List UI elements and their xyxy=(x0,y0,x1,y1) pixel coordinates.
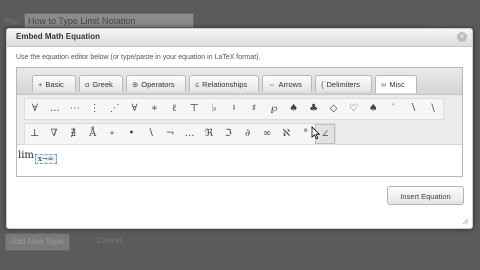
less-equal-icon: ≤ xyxy=(195,80,200,89)
misc-row1-symbol-button[interactable]: ∖ xyxy=(403,99,423,119)
brace-icon: { xyxy=(321,80,324,89)
symbol-tabbar: + Basic α Greek ⊕ Operators ≤ Relationships … xyxy=(17,68,462,95)
misc-row1-symbol-button[interactable]: ⊤ xyxy=(184,99,204,119)
misc-row2-symbol-button[interactable]: ℑ xyxy=(219,124,238,144)
dialog-header: Embed Math Equation × xyxy=(7,29,472,47)
misc-row2-symbol-button[interactable]: ℵ xyxy=(277,124,296,144)
misc-row2-symbol-button[interactable]: ∄ xyxy=(64,124,83,144)
misc-row2-symbol-button[interactable]: ∖ xyxy=(141,124,160,144)
circled-plus-icon: ⊕ xyxy=(132,80,139,89)
equation-operator: lim xyxy=(18,150,34,161)
equation-subscript-slot[interactable]: x→∞ xyxy=(34,154,57,164)
misc-row1-symbol-button[interactable]: ⋯ xyxy=(65,99,85,119)
symbol-row-2: ⊥ ∇ ∄ Å ∘ • ∖ ¬… ℜ ℑ ∂ ∞ ℵ ° ∠ xyxy=(24,123,336,145)
tab-operators[interactable]: ⊕ Operators xyxy=(126,75,186,92)
misc-row2-symbol-button[interactable]: ℜ xyxy=(199,124,218,144)
insert-equation-button[interactable]: Insert Equation xyxy=(387,186,464,205)
tab-greek[interactable]: α Greek xyxy=(79,75,123,92)
misc-row1-symbol-button[interactable]: ∀ xyxy=(25,99,45,119)
misc-row1-symbol-button[interactable]: ♡ xyxy=(344,99,364,119)
embed-equation-dialog: Embed Math Equation × Use the equation e… xyxy=(6,28,473,229)
misc-row1-symbol-button[interactable]: ⋰ xyxy=(105,99,125,119)
misc-row1-symbol-button[interactable]: \ xyxy=(423,99,443,119)
resize-grip-icon[interactable] xyxy=(462,218,469,225)
tab-misc[interactable]: ∞ Misc xyxy=(375,75,417,93)
misc-row1-symbol-button[interactable]: ♯ xyxy=(244,99,264,119)
misc-row2-symbol-button[interactable]: ¬ xyxy=(161,124,180,144)
misc-row1-symbol-button[interactable]: … xyxy=(45,99,65,119)
misc-row1-symbol-button[interactable]: ♣ xyxy=(304,99,324,119)
bg-title-input: How to Type Limit Notation xyxy=(24,13,194,28)
tab-relationships[interactable]: ≤ Relationships xyxy=(189,75,259,92)
misc-row2-symbol-button[interactable]: ∘ xyxy=(102,124,121,144)
bg-title-label: Title xyxy=(4,18,19,27)
dialog-instructions: Use the equation editor below (or type/p… xyxy=(16,54,261,61)
misc-row2-symbol-button[interactable]: … xyxy=(180,124,199,144)
infinity-icon: ∞ xyxy=(381,80,387,89)
misc-row1-symbol-button[interactable]: ⋮ xyxy=(85,99,105,119)
mouse-cursor-icon xyxy=(311,126,321,140)
plus-icon: + xyxy=(38,80,43,89)
bg-cancel-link: Cancel xyxy=(97,236,122,245)
tab-delimiters[interactable]: {Delimiters xyxy=(315,75,372,92)
symbol-row-1: ∀… ⋯ ⋮ ⋰ ∀ ∗ ℓ ⊤ ♭ ♮ ♯ ℘ ♠ ♣ ◇ ♡ ♠ ′ ∖ \ xyxy=(24,98,444,120)
screen: Title How to Type Limit Notation Related… xyxy=(0,0,480,270)
misc-row1-symbol-button[interactable]: ♭ xyxy=(204,99,224,119)
dialog-title: Embed Math Equation xyxy=(16,32,100,41)
equation-editor: + Basic α Greek ⊕ Operators ≤ Relationships … xyxy=(16,67,463,177)
misc-row1-symbol-button[interactable]: ♠ xyxy=(284,99,304,119)
symbol-palette: ∀… ⋯ ⋮ ⋰ ∀ ∗ ℓ ⊤ ♭ ♮ ♯ ℘ ♠ ♣ ◇ ♡ ♠ ′ ∖ \ ⊥ ∇ ∄ Å ∘ • ∖ ¬… ℜ ℑ ∂ ∞ ℵ ° ∠ xyxy=(17,95,462,145)
misc-row2-symbol-button[interactable]: ∞ xyxy=(257,124,276,144)
misc-row1-symbol-button[interactable]: ♮ xyxy=(224,99,244,119)
equation-preview: lim x→∞ xyxy=(18,150,57,164)
misc-row1-symbol-button[interactable]: ℓ xyxy=(164,99,184,119)
misc-row2-symbol-button[interactable]: • xyxy=(122,124,141,144)
alpha-icon: α xyxy=(85,80,90,89)
misc-row2-symbol-button[interactable]: Å xyxy=(83,124,102,144)
tab-basic[interactable]: + Basic xyxy=(32,75,76,92)
misc-row1-symbol-button[interactable]: ∗ xyxy=(144,99,164,119)
close-icon[interactable]: × xyxy=(457,32,467,42)
misc-row1-symbol-button[interactable]: ∀ xyxy=(125,99,145,119)
misc-row2-symbol-button[interactable]: ∇ xyxy=(44,124,63,144)
bg-add-topic-button: Add New Topic xyxy=(5,233,71,251)
misc-row1-symbol-button[interactable]: ℘ xyxy=(264,99,284,119)
misc-row1-symbol-button[interactable]: ♠ xyxy=(363,99,383,119)
tab-arrows[interactable]: ⇔ Arrows xyxy=(262,75,312,92)
misc-row1-symbol-button[interactable]: ′ xyxy=(383,99,403,119)
misc-row1-symbol-button[interactable]: ◇ xyxy=(324,99,344,119)
misc-row2-symbol-button[interactable]: ⊥ xyxy=(25,124,44,144)
double-arrow-icon: ⇔ xyxy=(268,80,276,89)
equation-input[interactable]: lim x→∞ xyxy=(17,145,462,176)
misc-row2-symbol-button[interactable]: ∂ xyxy=(238,124,257,144)
